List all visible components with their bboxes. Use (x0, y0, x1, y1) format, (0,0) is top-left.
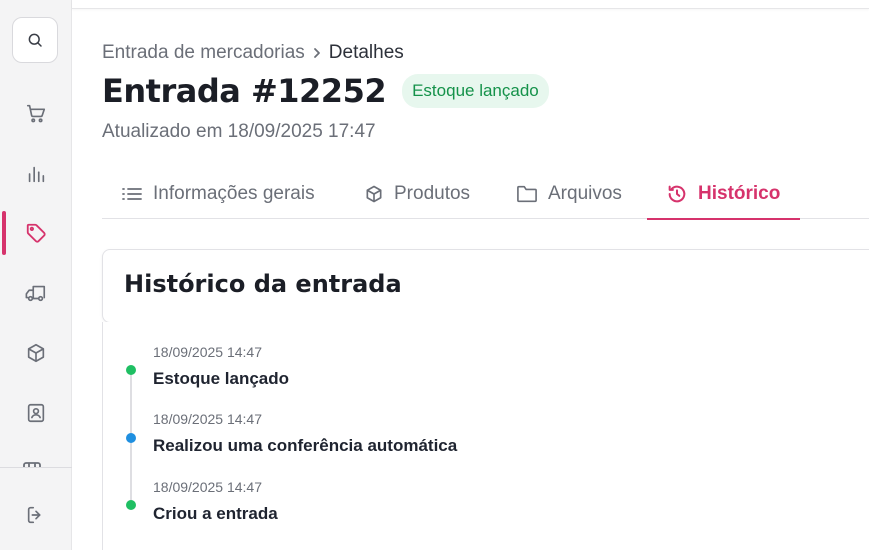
tab-bar: Informações gerais Produtos Arquivos His… (102, 168, 869, 220)
tab-label: Produtos (394, 182, 471, 204)
tab-label: Informações gerais (153, 182, 315, 204)
contact-card-icon (27, 403, 45, 423)
event-title: Realizou uma conferência automática (153, 436, 458, 455)
history-card-title: Histórico da entrada (124, 270, 402, 298)
tab-history[interactable]: Histórico (646, 168, 801, 220)
bar-chart-icon (28, 166, 45, 183)
history-icon (668, 185, 686, 202)
page-title: Entrada #12252 (102, 72, 387, 110)
tab-files[interactable]: Arquivos (516, 168, 622, 219)
event-title: Criou a entrada (153, 504, 278, 523)
top-bar (72, 0, 869, 9)
timeline-dot (126, 365, 136, 375)
tab-label: Histórico (698, 182, 781, 204)
logout-button[interactable] (0, 493, 72, 537)
box-icon (366, 185, 382, 202)
sidebar-item-products[interactable] (0, 331, 72, 375)
timeline-dot (126, 433, 136, 443)
tag-icon (26, 223, 46, 243)
event-date: 18/09/2025 14:47 (153, 344, 262, 360)
tab-general-info[interactable]: Informações gerais (121, 168, 315, 219)
list-icon (122, 187, 142, 200)
breadcrumb: Entrada de mercadorias Detalhes (102, 42, 404, 64)
sidebar-item-shipping[interactable] (0, 271, 72, 315)
event-date: 18/09/2025 14:47 (153, 411, 262, 427)
status-badge: Estoque lançado (402, 74, 549, 108)
box-icon (27, 343, 45, 363)
sidebar-item-tags[interactable] (0, 211, 72, 255)
sidebar-item-cart[interactable] (0, 91, 72, 135)
search-icon (28, 33, 42, 47)
breadcrumb-current: Detalhes (328, 42, 404, 63)
tab-products[interactable]: Produtos (364, 168, 470, 219)
folder-icon (517, 185, 537, 202)
logout-icon (27, 506, 41, 524)
history-card-header: Histórico da entrada (102, 249, 869, 323)
chevron-right-icon (311, 46, 323, 60)
event-title: Estoque lançado (153, 369, 290, 388)
cart-icon (26, 104, 46, 123)
sidebar-item-reports[interactable] (0, 152, 72, 196)
truck-icon (25, 285, 46, 302)
title-row: Entrada #12252 Estoque lançado (102, 72, 549, 110)
sidebar-item-contacts[interactable] (0, 391, 72, 435)
sidebar (0, 0, 72, 550)
tab-label: Arquivos (548, 182, 622, 204)
updated-timestamp: Atualizado em 18/09/2025 17:47 (102, 121, 376, 142)
breadcrumb-parent[interactable]: Entrada de mercadorias (102, 42, 305, 64)
event-date: 18/09/2025 14:47 (153, 479, 262, 495)
sidebar-divider (0, 467, 72, 468)
search-button[interactable] (12, 17, 58, 63)
timeline-dot (126, 500, 136, 510)
